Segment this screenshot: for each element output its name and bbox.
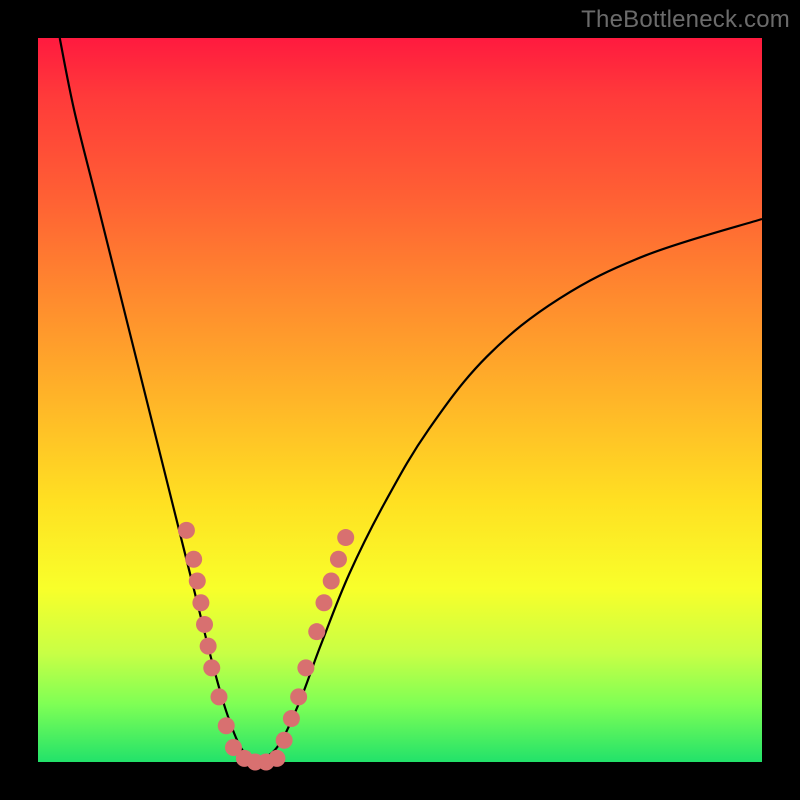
data-point: [196, 616, 213, 633]
data-point: [337, 529, 354, 546]
data-point: [290, 688, 307, 705]
data-point: [330, 551, 347, 568]
chart-svg: [38, 38, 762, 762]
data-point: [203, 659, 220, 676]
data-point: [315, 594, 332, 611]
data-point: [192, 594, 209, 611]
data-point: [189, 573, 206, 590]
data-point: [178, 522, 195, 539]
data-point: [276, 732, 293, 749]
plot-area: [38, 38, 762, 762]
curve-left-curve: [60, 38, 255, 762]
data-point: [211, 688, 228, 705]
data-point: [323, 573, 340, 590]
watermark-text: TheBottleneck.com: [581, 6, 790, 34]
curve-right-curve: [255, 219, 762, 762]
data-point: [308, 623, 325, 640]
chart-frame: TheBottleneck.com: [0, 0, 800, 800]
data-point: [268, 750, 285, 767]
data-point: [218, 717, 235, 734]
data-point: [200, 638, 217, 655]
data-point: [283, 710, 300, 727]
data-point: [185, 551, 202, 568]
data-point: [297, 659, 314, 676]
